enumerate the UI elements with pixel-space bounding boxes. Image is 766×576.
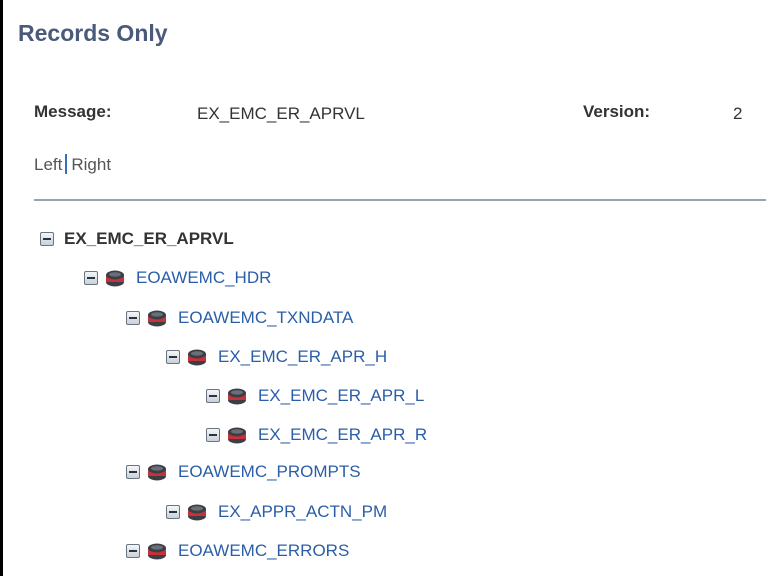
collapse-icon[interactable] — [206, 389, 220, 403]
record-link[interactable]: EX_APPR_ACTN_PM — [218, 502, 387, 522]
right-link[interactable]: Right — [71, 155, 111, 174]
database-icon — [148, 310, 166, 327]
collapse-icon[interactable] — [126, 311, 140, 325]
tree-node-root: EX_EMC_ER_APRVL — [40, 224, 234, 254]
record-link[interactable]: EX_EMC_ER_APR_L — [258, 386, 424, 406]
database-icon — [228, 388, 246, 405]
tree-node: EX_APPR_ACTN_PM — [166, 497, 387, 527]
database-icon — [106, 270, 124, 287]
page-title: Records Only — [18, 20, 168, 46]
collapse-icon[interactable] — [166, 505, 180, 519]
nav-separator — [65, 154, 68, 174]
collapse-icon[interactable] — [40, 232, 54, 246]
record-link[interactable]: EOAWEMC_ERRORS — [178, 541, 349, 561]
collapse-icon[interactable] — [126, 544, 140, 558]
version-value: 2 — [733, 104, 743, 123]
message-value: EX_EMC_ER_APRVL — [197, 104, 365, 123]
version-label: Version: — [583, 102, 651, 121]
database-icon — [148, 543, 166, 560]
tree-node: EX_EMC_ER_APR_H — [166, 342, 387, 372]
collapse-icon[interactable] — [166, 350, 180, 364]
tree-node: EOAWEMC_TXNDATA — [126, 303, 353, 333]
record-link[interactable]: EOAWEMC_HDR — [136, 268, 271, 288]
divider — [34, 199, 766, 201]
left-link[interactable]: Left — [34, 155, 62, 174]
database-icon — [228, 427, 246, 444]
message-label: Message: — [34, 102, 112, 121]
collapse-icon[interactable] — [206, 428, 220, 442]
database-icon — [188, 504, 206, 521]
tree-node: EOAWEMC_HDR — [84, 263, 271, 293]
left-border — [0, 0, 3, 576]
left-right-nav: Left Right — [34, 154, 111, 175]
record-link[interactable]: EOAWEMC_TXNDATA — [178, 308, 353, 328]
database-icon — [188, 349, 206, 366]
collapse-icon[interactable] — [126, 465, 140, 479]
tree-node: EOAWEMC_PROMPTS — [126, 457, 361, 487]
record-link[interactable]: EX_EMC_ER_APR_H — [218, 347, 387, 367]
tree-node: EX_EMC_ER_APR_L — [206, 381, 424, 411]
record-link[interactable]: EOAWEMC_PROMPTS — [178, 462, 361, 482]
tree-root-label: EX_EMC_ER_APRVL — [64, 229, 234, 248]
database-icon — [148, 464, 166, 481]
tree-node: EX_EMC_ER_APR_R — [206, 420, 427, 450]
collapse-icon[interactable] — [84, 271, 98, 285]
record-link[interactable]: EX_EMC_ER_APR_R — [258, 425, 427, 445]
tree-node: EOAWEMC_ERRORS — [126, 536, 349, 566]
